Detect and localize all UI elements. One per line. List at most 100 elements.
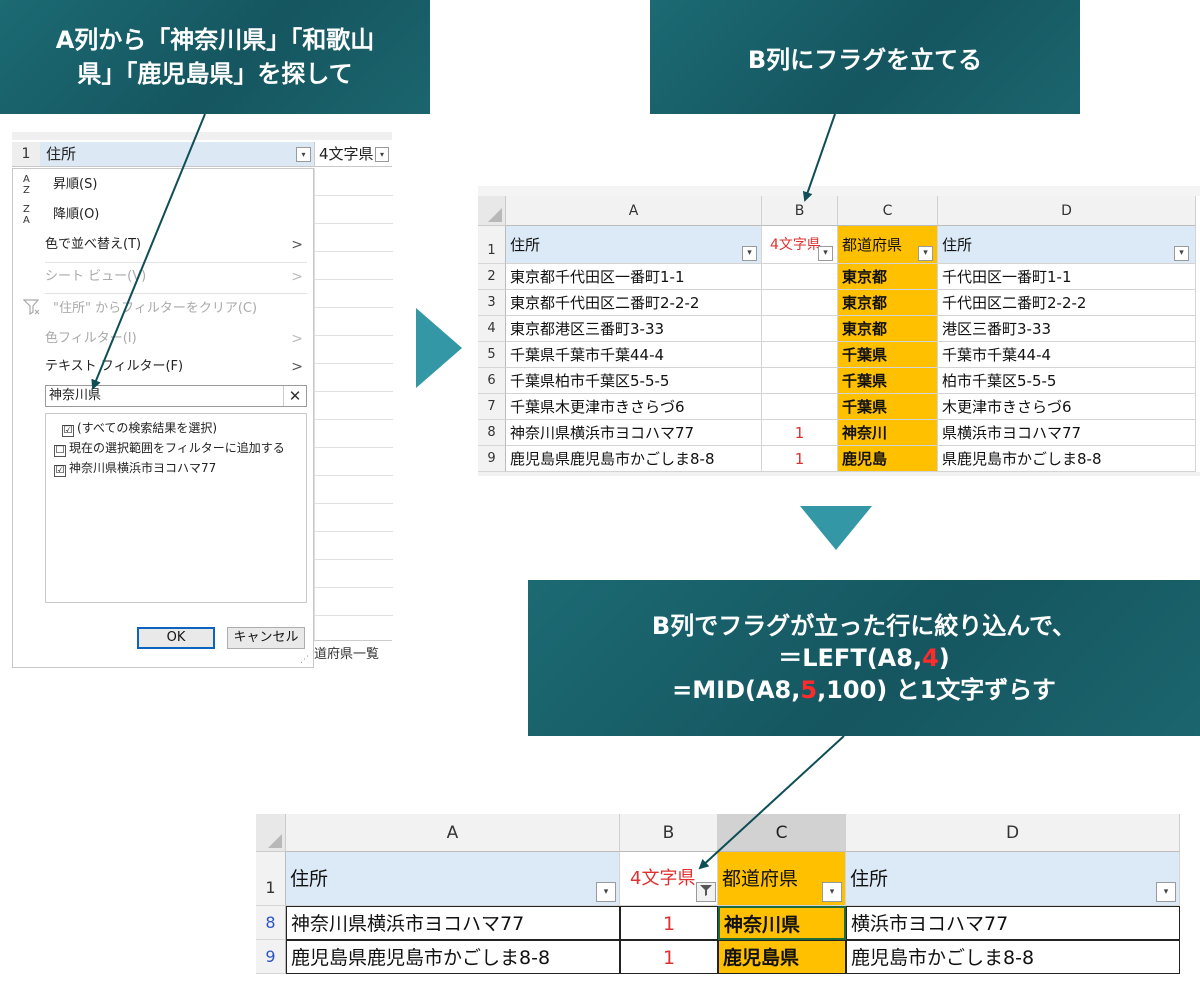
cell-prefecture[interactable]: 東京都 [838, 316, 938, 342]
filter-search-input[interactable]: 神奈川県 ✕ [45, 385, 307, 407]
cell-address-rest[interactable]: 木更津市きさらづ6 [938, 394, 1196, 420]
cell-address-rest[interactable]: 県鹿児島市かごしま8-8 [938, 446, 1196, 472]
select-all-corner[interactable] [478, 196, 506, 226]
cell-address-rest[interactable]: 横浜市ヨコハマ77 [846, 906, 1180, 940]
checkbox-unchecked-icon[interactable]: ☐ [54, 445, 66, 457]
cell-flag[interactable]: 1 [620, 906, 718, 940]
column-header-a[interactable]: A [506, 196, 762, 226]
cell-address-rest[interactable]: 港区三番町3-33 [938, 316, 1196, 342]
cell-prefecture[interactable]: 千葉県 [838, 368, 938, 394]
filter-dropdown-button[interactable]: ▾ [375, 147, 389, 162]
cell-address[interactable]: 神奈川県横浜市ヨコハマ77 [506, 420, 762, 446]
cell-flag[interactable]: 1 [762, 446, 838, 472]
cell-address-rest[interactable]: 鹿児島市かごしま8-8 [846, 940, 1180, 974]
menu-item-sort-by-color[interactable]: 色で並べ替え(T) > [13, 231, 313, 259]
filter-dropdown-button[interactable]: ▾ [822, 882, 842, 902]
cell-flag[interactable]: 1 [762, 420, 838, 446]
cell-address[interactable]: 東京都千代田区一番町1-1 [506, 264, 762, 290]
cell-address[interactable]: 鹿児島県鹿児島市かごしま8-8 [286, 940, 620, 974]
list-item-value[interactable]: ☑ 神奈川県横浜市ヨコハマ77 [54, 458, 216, 478]
cell-address-rest[interactable]: 県横浜市ヨコハマ77 [938, 420, 1196, 446]
cell-prefecture[interactable]: 神奈川 [838, 420, 938, 446]
cell-prefecture[interactable]: 鹿児島 [838, 446, 938, 472]
header-cell-address-rest[interactable]: 住所 ▾ [938, 226, 1196, 264]
checkbox-checked-icon[interactable]: ☑ [62, 425, 74, 437]
cell-prefecture[interactable]: 千葉県 [838, 342, 938, 368]
menu-item-sheet-view[interactable]: シート ビュー(V) > [13, 263, 313, 291]
cell-address[interactable]: 千葉県木更津市きさらづ6 [506, 394, 762, 420]
column-header-a[interactable]: A [286, 814, 620, 852]
header-cell-prefecture[interactable]: 都道府県 ▾ [718, 852, 846, 906]
row-header[interactable]: 8 [256, 906, 286, 940]
cell-address-rest[interactable]: 千葉市千葉44-4 [938, 342, 1196, 368]
filter-dropdown-button[interactable]: ▾ [818, 246, 833, 261]
filter-dropdown-button[interactable]: ▾ [742, 246, 757, 261]
cell-prefecture[interactable]: 神奈川県 [718, 906, 846, 940]
ok-button[interactable]: OK [137, 627, 215, 649]
cell-address-rest[interactable]: 千代田区一番町1-1 [938, 264, 1196, 290]
cell-prefecture[interactable]: 千葉県 [838, 394, 938, 420]
row-header[interactable]: 8 [478, 420, 506, 446]
menu-item-sort-desc[interactable]: ZA 降順(O) [13, 201, 313, 229]
clear-search-icon[interactable]: ✕ [283, 386, 306, 406]
column-header-d[interactable]: D [938, 196, 1196, 226]
active-filter-funnel-icon[interactable] [696, 882, 716, 902]
cell-flag[interactable]: 1 [620, 940, 718, 974]
menu-item-text-filter[interactable]: テキスト フィルター(F) > [13, 353, 313, 381]
list-item-add-to-filter[interactable]: ☐ 現在の選択範囲をフィルターに追加する [54, 438, 285, 458]
column-header-d[interactable]: D [846, 814, 1180, 852]
filter-dropdown-button[interactable]: ▾ [918, 246, 933, 261]
cell-flag[interactable] [762, 264, 838, 290]
filter-dropdown-button[interactable]: ▾ [596, 882, 616, 902]
column-header-c[interactable]: C [838, 196, 938, 226]
cell-flag[interactable] [762, 290, 838, 316]
row-header[interactable]: 2 [478, 264, 506, 290]
row-header[interactable]: 3 [478, 290, 506, 316]
filter-dropdown-button[interactable]: ▾ [1156, 882, 1176, 902]
column-header-b[interactable]: B [762, 196, 838, 226]
cancel-button[interactable]: キャンセル [227, 627, 305, 649]
header-cell-flag[interactable]: 4文字県 ▾ [762, 226, 838, 264]
checkbox-checked-icon[interactable]: ☑ [54, 465, 66, 477]
menu-item-label: 昇順(S) [53, 177, 98, 192]
row-header[interactable]: 4 [478, 316, 506, 342]
header-cell-address[interactable]: 住所 ▾ [506, 226, 762, 264]
cell-flag[interactable] [762, 394, 838, 420]
filter-dropdown-button[interactable]: ▾ [1174, 246, 1189, 261]
cell-address[interactable]: 千葉県柏市千葉区5-5-5 [506, 368, 762, 394]
row-header[interactable]: 6 [478, 368, 506, 394]
cell-flag[interactable] [762, 368, 838, 394]
header-cell-flag[interactable]: 4文字県 [620, 852, 718, 906]
select-all-corner[interactable] [256, 814, 286, 852]
row-header[interactable]: 5 [478, 342, 506, 368]
column-header-b[interactable]: B [620, 814, 718, 852]
menu-item-color-filter[interactable]: 色フィルター(I) > [13, 325, 313, 353]
cell-flag[interactable] [762, 342, 838, 368]
cell-prefecture[interactable]: 東京都 [838, 290, 938, 316]
cell-address[interactable]: 神奈川県横浜市ヨコハマ77 [286, 906, 620, 940]
chevron-right-icon: > [291, 237, 303, 253]
cell-prefecture[interactable]: 東京都 [838, 264, 938, 290]
filter-dropdown-button[interactable]: ▾ [296, 147, 311, 162]
cell-address[interactable]: 鹿児島県鹿児島市かごしま8-8 [506, 446, 762, 472]
menu-item-clear-filter[interactable]: "住所" からフィルターをクリア(C) [13, 295, 313, 323]
menu-item-sort-asc[interactable]: AZ 昇順(S) [13, 171, 313, 199]
row-header[interactable]: 9 [478, 446, 506, 472]
cell-flag[interactable] [762, 316, 838, 342]
cell-prefecture[interactable]: 鹿児島県 [718, 940, 846, 974]
row-header[interactable]: 9 [256, 940, 286, 974]
cell-address[interactable]: 千葉県千葉市千葉44-4 [506, 342, 762, 368]
cell-address-rest[interactable]: 柏市千葉区5-5-5 [938, 368, 1196, 394]
column-header-c[interactable]: C [718, 814, 846, 852]
row-header[interactable]: 1 [256, 852, 286, 906]
cell-address[interactable]: 東京都千代田区二番町2-2-2 [506, 290, 762, 316]
cell-address-rest[interactable]: 千代田区二番町2-2-2 [938, 290, 1196, 316]
header-cell-address[interactable]: 住所 ▾ [286, 852, 620, 906]
row-header[interactable]: 7 [478, 394, 506, 420]
resize-grip-icon[interactable]: ⋰ [300, 655, 309, 665]
list-item-select-all[interactable]: ☑ (すべての検索結果を選択) [62, 418, 217, 438]
row-header[interactable]: 1 [478, 226, 506, 264]
cell-address[interactable]: 東京都港区三番町3-33 [506, 316, 762, 342]
header-cell-prefecture[interactable]: 都道府県 ▾ [838, 226, 938, 264]
header-cell-address-rest[interactable]: 住所 ▾ [846, 852, 1180, 906]
